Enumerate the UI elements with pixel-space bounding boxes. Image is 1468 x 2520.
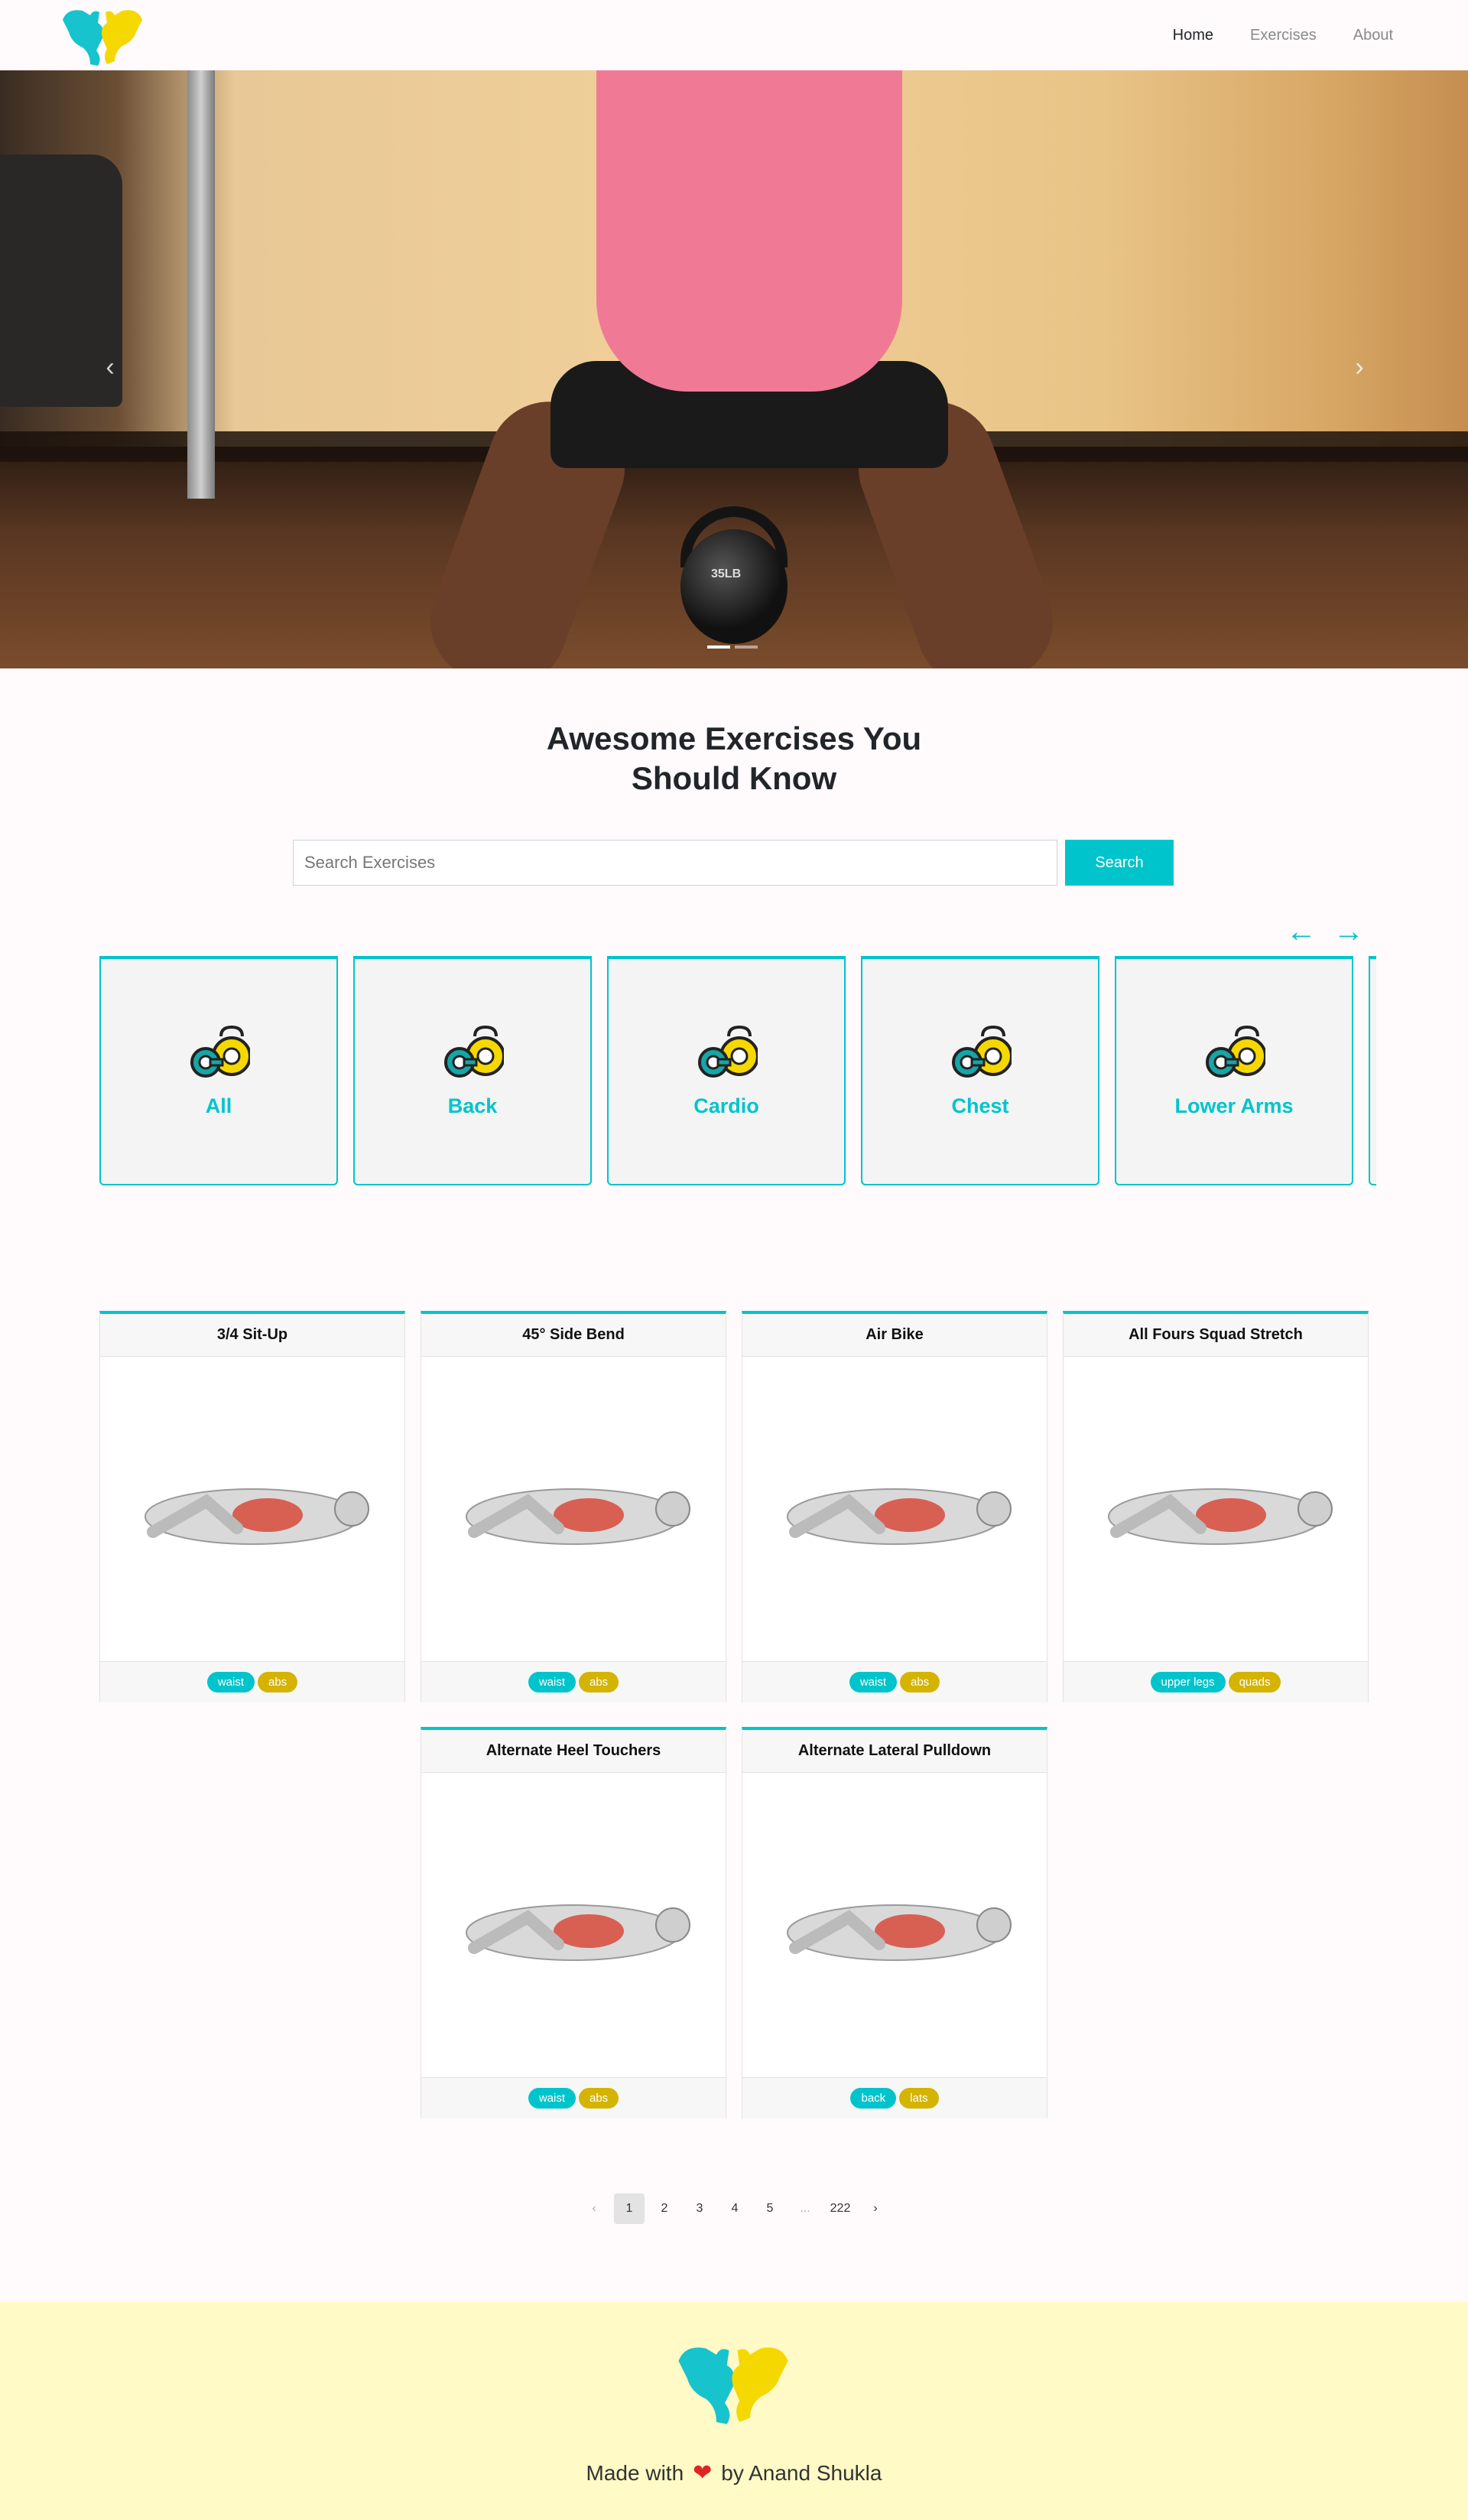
exercise-tags: back lats: [742, 2077, 1047, 2118]
hero-shirt: [596, 70, 902, 392]
exercise-illustration: [466, 1904, 690, 1961]
carousel-dot-1[interactable]: [707, 645, 730, 649]
exercise-image: [1064, 1357, 1368, 1661]
exercise-title: 3/4 Sit-Up: [100, 1314, 404, 1357]
exercise-tag-body-part[interactable]: back: [850, 2088, 897, 2109]
category-card-all[interactable]: All: [99, 956, 338, 1185]
page-heading-line2: Should Know: [631, 760, 837, 796]
exercise-tags: waist abs: [742, 1661, 1047, 1702]
footer-logo-icon: [678, 2347, 788, 2424]
dumbbell-kettlebell-icon: [190, 1025, 250, 1078]
category-card-lower-arms[interactable]: Lower Arms: [1115, 956, 1353, 1185]
nav-about-link[interactable]: About: [1353, 27, 1393, 44]
exercise-card[interactable]: 3/4 Sit-Up waist abs: [99, 1311, 405, 1702]
category-scroller: All Back Cardio Chest Lower Arms: [99, 956, 1376, 1185]
carousel-indicators: [707, 645, 758, 649]
pagination-page-5[interactable]: 5: [755, 2193, 785, 2224]
exercise-card[interactable]: All Fours Squad Stretch upper legs quads: [1063, 1311, 1369, 1702]
category-card-next[interactable]: [1369, 956, 1376, 1185]
exercise-tag-target[interactable]: abs: [258, 1672, 298, 1692]
category-label: Lower Arms: [1174, 1094, 1294, 1117]
dumbbell-kettlebell-icon: [1206, 1025, 1265, 1078]
exercise-illustration: [466, 1488, 690, 1545]
category-label: Back: [447, 1094, 498, 1117]
hero-rack: [187, 70, 215, 499]
logo-icon[interactable]: [60, 5, 145, 67]
exercise-tag-target[interactable]: abs: [579, 1672, 619, 1692]
exercise-title: Alternate Heel Touchers: [421, 1730, 726, 1773]
exercise-card[interactable]: 45° Side Bend waist abs: [421, 1311, 726, 1702]
arrow-left-icon[interactable]: ←: [1286, 916, 1317, 947]
carousel-next-icon[interactable]: ›: [1346, 353, 1373, 381]
category-label: Chest: [951, 1094, 1009, 1117]
carousel-dot-2[interactable]: [735, 645, 758, 649]
category-card-chest[interactable]: Chest: [861, 956, 1099, 1185]
search-input[interactable]: [293, 840, 1057, 886]
category-label: Cardio: [693, 1094, 759, 1117]
footer-credit: Made with ❤ by Anand Shukla: [0, 2460, 1468, 2486]
exercise-tag-body-part[interactable]: waist: [849, 1672, 897, 1692]
pagination-ellipsis: ...: [800, 2202, 810, 2215]
exercise-image: [742, 1357, 1047, 1661]
search-button[interactable]: Search: [1065, 840, 1174, 886]
footer-author: by Anand Shukla: [721, 2460, 882, 2485]
exercise-tag-body-part[interactable]: waist: [206, 1672, 255, 1692]
hero-kettlebell: [680, 529, 788, 644]
dumbbell-kettlebell-icon: [952, 1025, 1012, 1078]
exercise-image: [100, 1357, 404, 1661]
category-card-back[interactable]: Back: [353, 956, 592, 1185]
exercise-tags: waist abs: [421, 2077, 726, 2118]
nav-exercises-link[interactable]: Exercises: [1250, 27, 1317, 44]
exercise-tag-body-part[interactable]: waist: [528, 1672, 576, 1692]
exercise-tags: upper legs quads: [1064, 1661, 1368, 1702]
pagination-page-4[interactable]: 4: [719, 2193, 750, 2224]
exercise-illustration: [1108, 1488, 1333, 1545]
pagination-page-1[interactable]: 1: [614, 2193, 645, 2224]
exercise-tags: waist abs: [421, 1661, 726, 1702]
footer-made-with: Made with: [586, 2460, 684, 2485]
carousel-prev-icon[interactable]: ‹: [96, 353, 124, 381]
exercise-tag-body-part[interactable]: waist: [528, 2088, 576, 2109]
exercise-card[interactable]: Alternate Lateral Pulldown back lats: [742, 1727, 1047, 2118]
pagination-page-2[interactable]: 2: [649, 2193, 680, 2224]
pagination-prev-icon[interactable]: ‹: [579, 2193, 609, 2224]
exercise-image: [421, 1357, 726, 1661]
exercise-tags: waist abs: [100, 1661, 404, 1702]
exercise-illustration: [787, 1488, 1012, 1545]
search-bar: Search: [293, 840, 1174, 886]
nav-home-link[interactable]: Home: [1173, 27, 1213, 44]
exercise-image: [421, 1773, 726, 2077]
exercise-title: Alternate Lateral Pulldown: [742, 1730, 1047, 1773]
exercise-title: Air Bike: [742, 1314, 1047, 1357]
exercise-tag-target[interactable]: abs: [579, 2088, 619, 2109]
pagination-next-icon[interactable]: ›: [860, 2193, 891, 2224]
pagination-page-3[interactable]: 3: [684, 2193, 715, 2224]
exercise-title: 45° Side Bend: [421, 1314, 726, 1357]
footer: Made with ❤ by Anand Shukla: [0, 2302, 1468, 2520]
heart-icon: ❤: [693, 2460, 713, 2486]
exercise-image: [742, 1773, 1047, 2077]
category-card-cardio[interactable]: Cardio: [607, 956, 846, 1185]
page-heading-line1: Awesome Exercises You: [546, 720, 922, 756]
exercise-card[interactable]: Alternate Heel Touchers waist abs: [421, 1727, 726, 2118]
exercise-card[interactable]: Air Bike waist abs: [742, 1311, 1047, 1702]
hero-kettlebell-label: 35LB: [711, 567, 742, 580]
exercise-tag-body-part[interactable]: upper legs: [1150, 1672, 1226, 1692]
arrow-right-icon[interactable]: →: [1333, 916, 1364, 947]
exercise-title: All Fours Squad Stretch: [1064, 1314, 1368, 1357]
dumbbell-kettlebell-icon: [698, 1025, 758, 1078]
exercise-tag-target[interactable]: abs: [900, 1672, 940, 1692]
dumbbell-kettlebell-icon: [444, 1025, 504, 1078]
exercise-tag-target[interactable]: quads: [1228, 1672, 1281, 1692]
exercise-tag-target[interactable]: lats: [899, 2088, 939, 2109]
exercise-illustration: [787, 1904, 1012, 1961]
exercise-illustration: [145, 1488, 369, 1545]
hero-carousel: 35LB ‹ ›: [0, 70, 1468, 668]
category-label: All: [205, 1094, 232, 1117]
page-heading: Awesome Exercises You Should Know: [0, 719, 1468, 798]
top-navbar: Home Exercises About: [0, 0, 1468, 70]
pagination-page-222[interactable]: 222: [825, 2193, 856, 2224]
pagination: ‹ 1 2 3 4 5... 222 ›: [579, 2193, 891, 2224]
